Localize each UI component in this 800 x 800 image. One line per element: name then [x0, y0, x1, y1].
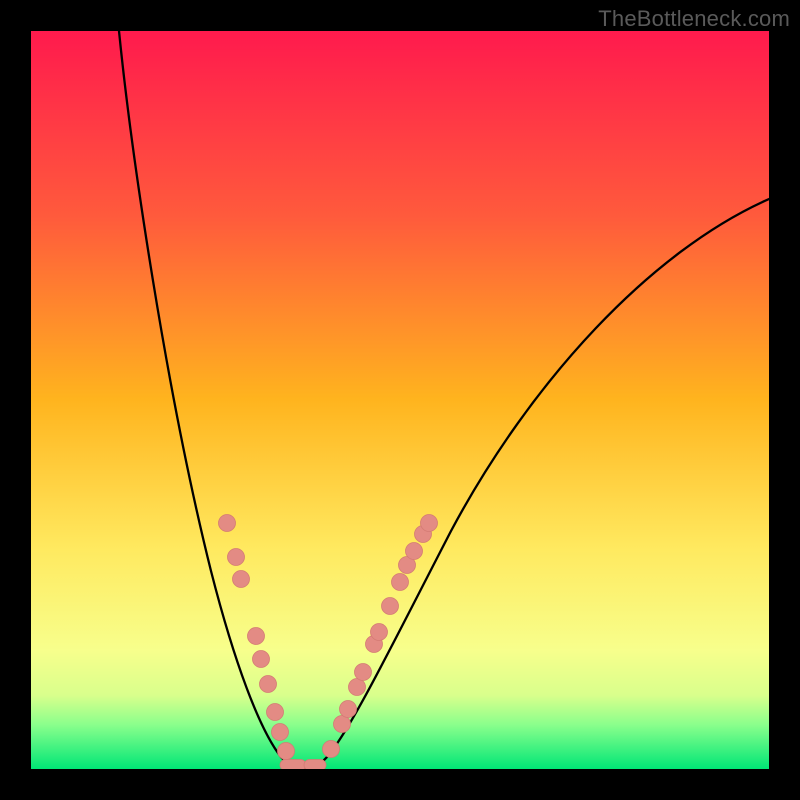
- curve-right: [303, 199, 769, 769]
- data-marker: [334, 716, 351, 733]
- data-marker: [323, 741, 340, 758]
- data-marker: [421, 515, 438, 532]
- curve-left: [119, 31, 303, 769]
- data-marker: [349, 679, 366, 696]
- data-marker: [228, 549, 245, 566]
- data-marker: [219, 515, 236, 532]
- chart-svg: [31, 31, 769, 769]
- data-marker: [355, 664, 372, 681]
- markers-round-group: [219, 515, 438, 760]
- data-marker: [340, 701, 357, 718]
- plot-area: [31, 31, 769, 769]
- data-marker: [382, 598, 399, 615]
- data-marker: [248, 628, 265, 645]
- data-marker: [371, 624, 388, 641]
- data-marker: [267, 704, 284, 721]
- data-marker: [260, 676, 277, 693]
- data-marker-oblong: [304, 760, 326, 770]
- chart-frame: TheBottleneck.com: [0, 0, 800, 800]
- watermark-text: TheBottleneck.com: [598, 6, 790, 32]
- data-marker-oblong: [280, 760, 306, 770]
- markers-oblong-group: [280, 760, 326, 770]
- data-marker: [253, 651, 270, 668]
- data-marker: [278, 743, 295, 760]
- data-marker: [406, 543, 423, 560]
- data-marker: [233, 571, 250, 588]
- data-marker: [272, 724, 289, 741]
- data-marker: [392, 574, 409, 591]
